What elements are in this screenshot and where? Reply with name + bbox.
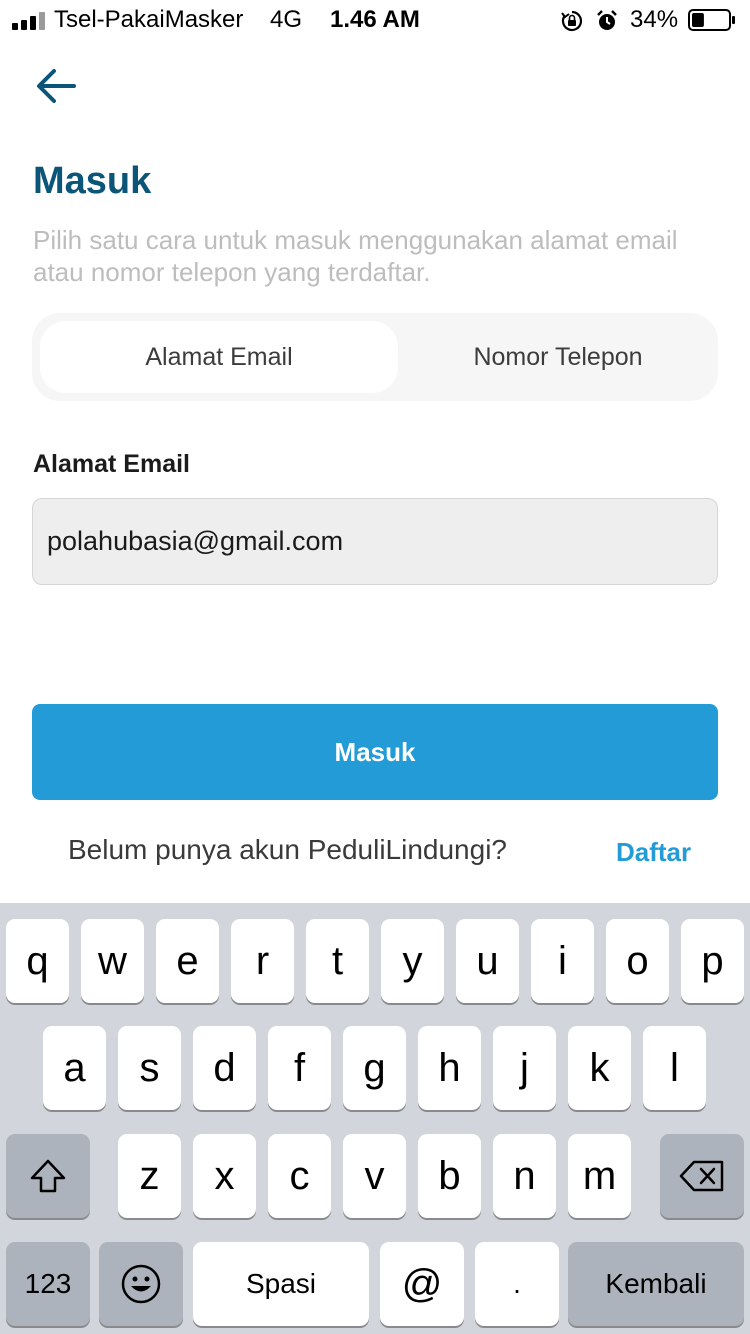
key-j[interactable]: j	[493, 1026, 556, 1110]
key-d[interactable]: d	[193, 1026, 256, 1110]
key-l[interactable]: l	[643, 1026, 706, 1110]
key-q[interactable]: q	[6, 919, 69, 1003]
battery-percentage: 34%	[630, 6, 679, 33]
shift-icon	[30, 1159, 66, 1193]
alarm-icon	[597, 10, 617, 30]
carrier-name: Tsel-PakaiMasker	[54, 6, 244, 33]
return-key[interactable]: Kembali	[568, 1242, 744, 1326]
register-row: Belum punya akun PeduliLindungi? Daftar	[0, 832, 750, 872]
key-y[interactable]: y	[381, 919, 444, 1003]
space-key[interactable]: Spasi	[193, 1242, 369, 1326]
tab-email[interactable]: Alamat Email	[40, 321, 398, 393]
at-key[interactable]: @	[380, 1242, 464, 1326]
key-t[interactable]: t	[306, 919, 369, 1003]
key-o[interactable]: o	[606, 919, 669, 1003]
key-z[interactable]: z	[118, 1134, 181, 1218]
network-type: 4G	[270, 6, 303, 33]
key-g[interactable]: g	[343, 1026, 406, 1110]
login-method-tabs: Alamat Email Nomor Telepon	[32, 313, 718, 401]
key-b[interactable]: b	[418, 1134, 481, 1218]
numbers-key[interactable]: 123	[6, 1242, 90, 1326]
orientation-lock-icon	[561, 10, 583, 32]
email-input[interactable]	[47, 526, 703, 557]
page-subtitle: Pilih satu cara untuk masuk menggunakan …	[33, 225, 678, 287]
key-w[interactable]: w	[81, 919, 144, 1003]
key-u[interactable]: u	[456, 919, 519, 1003]
battery-icon	[688, 9, 735, 31]
dot-key[interactable]: .	[475, 1242, 559, 1326]
tab-phone[interactable]: Nomor Telepon	[406, 321, 710, 393]
key-v[interactable]: v	[343, 1134, 406, 1218]
status-bar: Tsel-PakaiMasker 4G 1.46 AM 34%	[0, 0, 750, 40]
backspace-icon	[679, 1160, 724, 1192]
shift-key[interactable]	[6, 1134, 90, 1218]
key-k[interactable]: k	[568, 1026, 631, 1110]
key-c[interactable]: c	[268, 1134, 331, 1218]
register-link[interactable]: Daftar	[616, 837, 691, 868]
back-button[interactable]	[30, 60, 82, 112]
register-question: Belum punya akun PeduliLindungi?	[68, 834, 507, 865]
on-screen-keyboard: q w e r t y u i o p a s d f g h j k l z …	[0, 903, 750, 1334]
emoji-icon	[121, 1264, 161, 1304]
status-time: 1.46 AM	[330, 6, 420, 33]
key-h[interactable]: h	[418, 1026, 481, 1110]
arrow-left-icon	[37, 69, 76, 103]
key-s[interactable]: s	[118, 1026, 181, 1110]
signal-strength-icon	[12, 12, 48, 30]
key-f[interactable]: f	[268, 1026, 331, 1110]
key-n[interactable]: n	[493, 1134, 556, 1218]
email-label: Alamat Email	[33, 450, 191, 478]
page-title: Masuk	[33, 160, 152, 202]
key-i[interactable]: i	[531, 919, 594, 1003]
key-x[interactable]: x	[193, 1134, 256, 1218]
key-m[interactable]: m	[568, 1134, 631, 1218]
key-p[interactable]: p	[681, 919, 744, 1003]
emoji-key[interactable]	[99, 1242, 183, 1326]
key-e[interactable]: e	[156, 919, 219, 1003]
backspace-key[interactable]	[660, 1134, 744, 1218]
login-button[interactable]: Masuk	[32, 704, 718, 800]
key-r[interactable]: r	[231, 919, 294, 1003]
key-a[interactable]: a	[43, 1026, 106, 1110]
email-field[interactable]	[32, 498, 718, 585]
